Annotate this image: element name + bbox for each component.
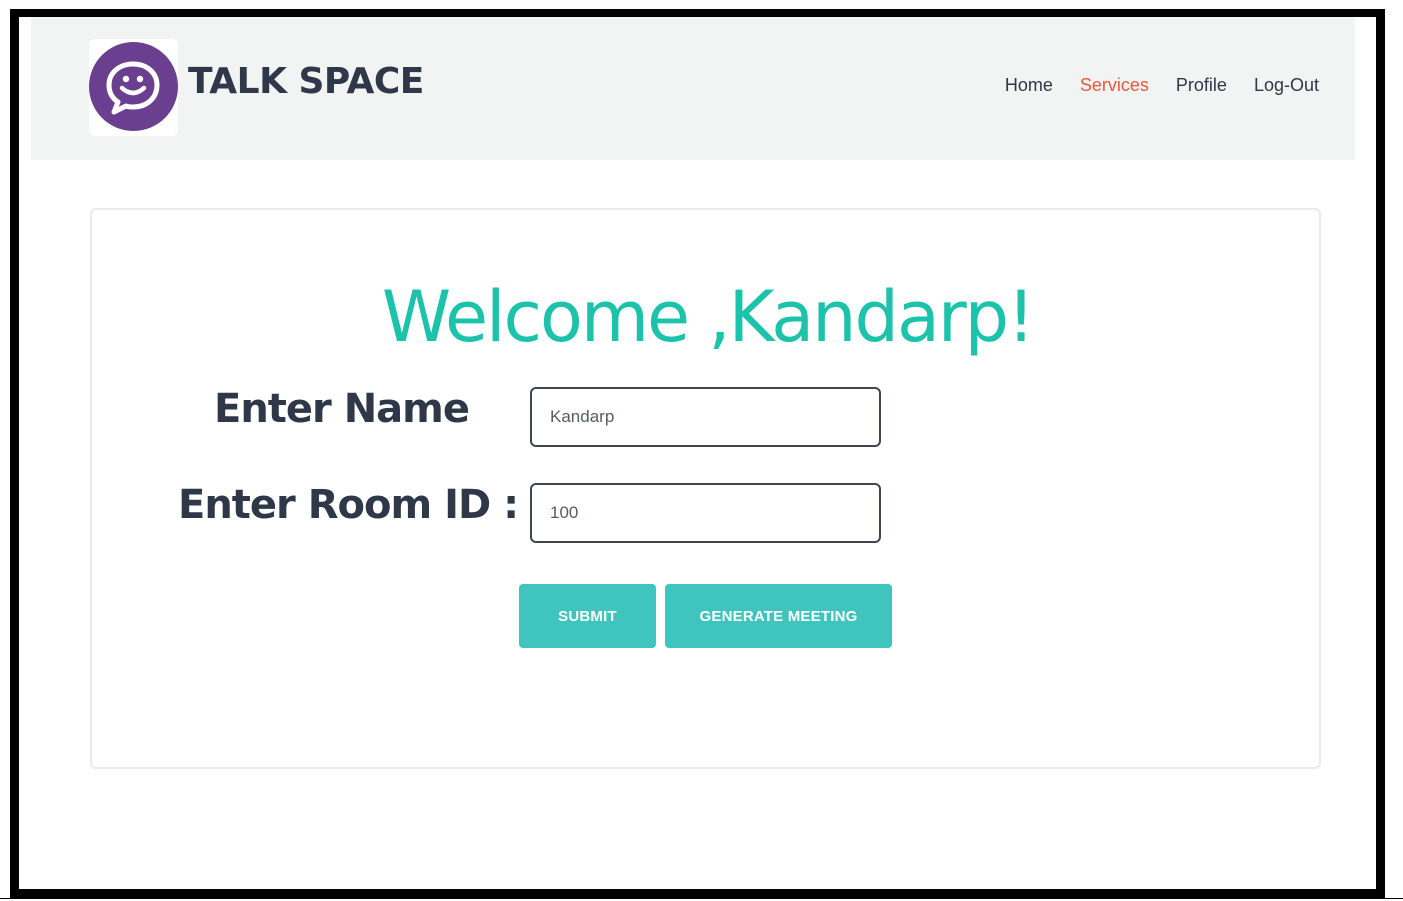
logo[interactable] [89,39,178,136]
brand-name: TALK SPACE [188,61,424,102]
nav-menu: Home Services Profile Log-Out [978,75,1319,96]
navbar: TALK SPACE Home Services Profile Log-Out [31,17,1355,160]
name-input[interactable] [530,387,881,447]
browser-frame: TALK SPACE Home Services Profile Log-Out… [10,9,1385,898]
room-id-input[interactable] [530,483,881,543]
submit-button[interactable]: SUBMIT [519,584,656,648]
bottom-rule [0,898,1403,899]
chat-bubble-smile-icon [89,42,178,131]
nav-item-logout[interactable]: Log-Out [1254,75,1319,96]
nav-item-home[interactable]: Home [1005,75,1053,96]
join-meeting-card: Welcome ,Kandarp! Enter Name Enter Room … [90,208,1321,769]
room-id-label: Enter Room ID : [178,482,519,528]
nav-item-services[interactable]: Services [1080,75,1149,96]
name-label: Enter Name [214,386,470,432]
welcome-heading: Welcome ,Kandarp! [381,276,1035,358]
generate-meeting-button[interactable]: GENERATE MEETING [665,584,892,648]
nav-item-profile[interactable]: Profile [1176,75,1227,96]
